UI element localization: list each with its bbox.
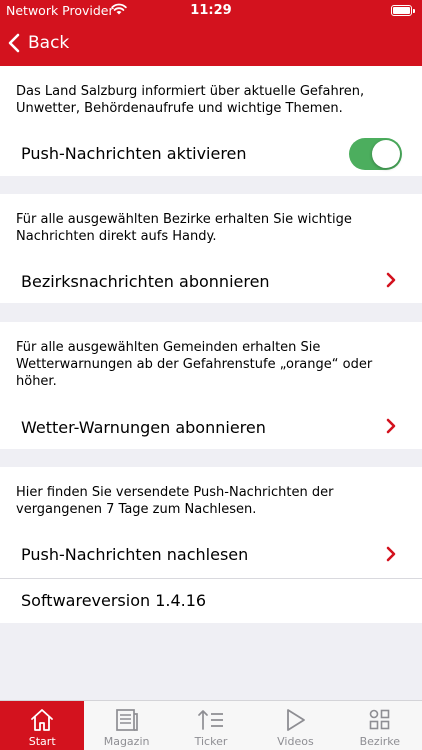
tab-start[interactable]: Start	[0, 701, 85, 750]
ticker-icon	[169, 707, 253, 733]
archive-row[interactable]: Push-Nachrichten nachlesen	[0, 533, 422, 578]
clock: 11:29	[190, 3, 232, 18]
chevron-left-icon	[8, 33, 20, 53]
tab-ticker[interactable]: Ticker	[169, 701, 253, 750]
status-bar: Network Provider 11:29	[0, 0, 422, 22]
home-icon	[0, 707, 84, 733]
push-toggle[interactable]	[349, 138, 402, 170]
archive-section: Hier finden Sie versendete Push-Nachrich…	[0, 467, 422, 578]
push-toggle-label: Push-Nachrichten aktivieren	[21, 144, 247, 163]
tab-magazin[interactable]: Magazin	[84, 701, 168, 750]
wetter-row-label: Wetter-Warnungen abonnieren	[21, 418, 266, 437]
version-section: Softwareversion 1.4.16	[0, 579, 422, 623]
tab-bezirke[interactable]: Bezirke	[338, 701, 422, 750]
chevron-right-icon	[385, 546, 397, 566]
push-description: Das Land Salzburg informiert über aktuel…	[16, 84, 365, 116]
tab-label: Bezirke	[359, 735, 401, 748]
bezirke-row-label: Bezirksnachrichten abonnieren	[21, 272, 270, 291]
bezirke-section: Für alle ausgewählten Bezirke erhalten S…	[0, 194, 422, 303]
archive-row-label: Push-Nachrichten nachlesen	[21, 545, 249, 564]
archive-description: Hier finden Sie versendete Push-Nachrich…	[16, 485, 334, 517]
wetter-row[interactable]: Wetter-Warnungen abonnieren	[0, 402, 422, 449]
nav-header: Network Provider 11:29 Back	[0, 0, 422, 66]
tab-videos[interactable]: Videos	[253, 701, 337, 750]
tab-label: Videos	[277, 735, 314, 748]
battery-icon	[391, 5, 415, 16]
chevron-right-icon	[385, 418, 397, 438]
back-button[interactable]: Back	[8, 28, 69, 58]
tab-bar: Start Magazin Ticker Videos Bezirke	[0, 700, 422, 750]
wetter-section: Für alle ausgewählten Gemeinden erhalten…	[0, 322, 422, 449]
back-label: Back	[28, 33, 70, 53]
toggle-knob	[372, 140, 400, 168]
grid-icon	[338, 707, 422, 733]
tab-label: Ticker	[194, 735, 228, 748]
tab-label: Magazin	[103, 735, 150, 748]
play-icon	[253, 707, 337, 733]
version-label: Softwareversion 1.4.16	[21, 591, 207, 610]
push-section: Das Land Salzburg informiert über aktuel…	[0, 66, 422, 176]
chevron-right-icon	[385, 272, 397, 292]
bezirke-row[interactable]: Bezirksnachrichten abonnieren	[0, 256, 422, 303]
bezirke-description: Für alle ausgewählten Bezirke erhalten S…	[16, 212, 352, 244]
wetter-description: Für alle ausgewählten Gemeinden erhalten…	[16, 340, 373, 389]
magazine-icon	[84, 707, 168, 733]
tab-label: Start	[28, 735, 56, 748]
